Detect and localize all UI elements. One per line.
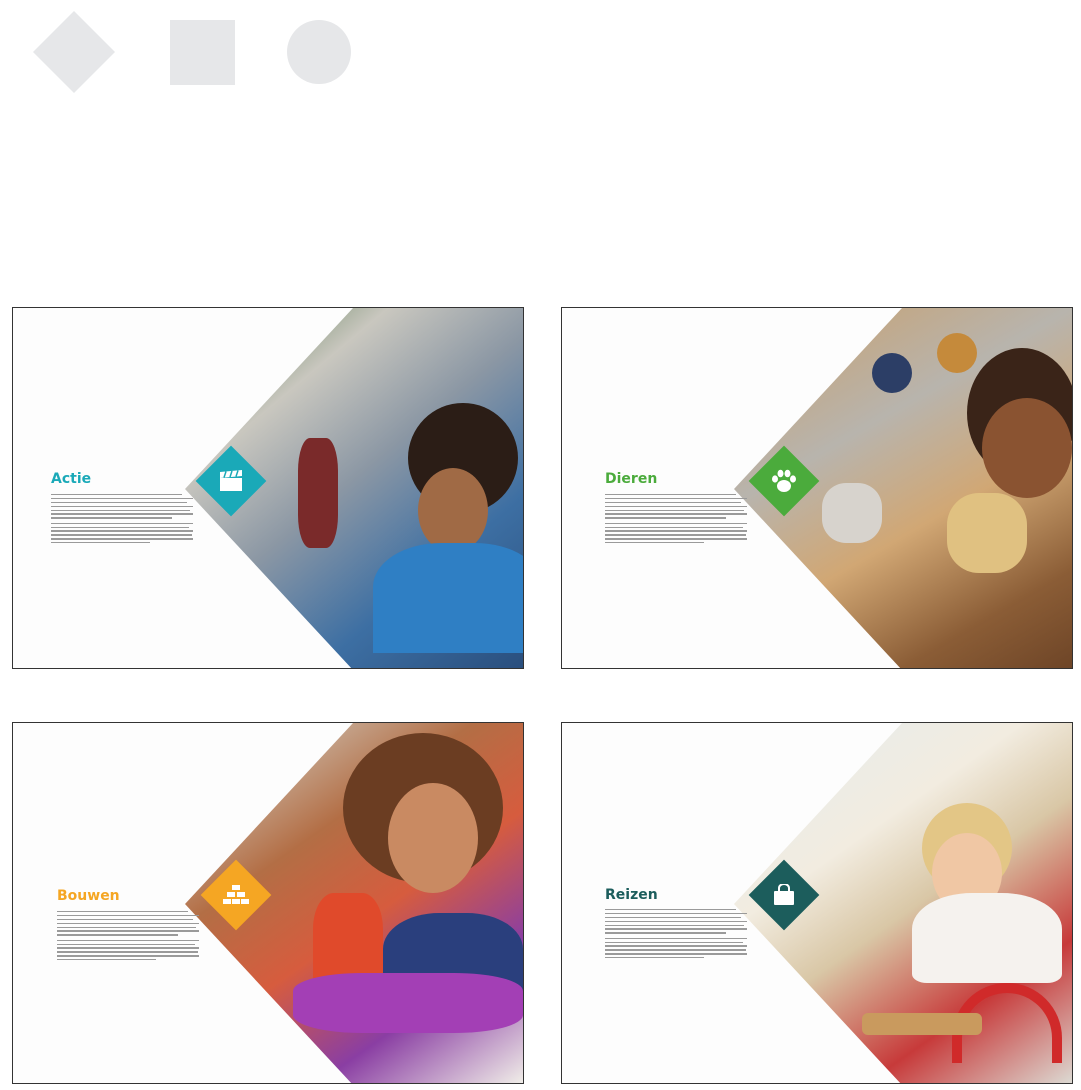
card-dieren: Dieren: [561, 307, 1073, 669]
card-body: [605, 494, 747, 547]
card-body: [57, 911, 199, 964]
card-photo: [734, 723, 1072, 1083]
bag-icon: [774, 884, 794, 905]
card-title: Reizen: [605, 887, 658, 903]
square-shape: [170, 20, 235, 85]
card-body: [605, 909, 747, 962]
card-title: Bouwen: [57, 888, 120, 904]
bricks-icon: [223, 885, 249, 904]
circle-shape: [287, 20, 351, 84]
card-photo: [734, 308, 1072, 668]
card-title: Dieren: [605, 471, 658, 487]
card-title: Actie: [51, 471, 92, 487]
paw-icon: [772, 469, 796, 492]
clapperboard-icon: [220, 470, 242, 491]
card-bouwen: Bouwen: [12, 722, 524, 1084]
card-photo: [185, 308, 523, 668]
card-body: [51, 494, 193, 547]
diamond-shape: [32, 10, 116, 94]
card-actie: Actie: [12, 307, 524, 669]
card-reizen: Reizen: [561, 722, 1073, 1084]
